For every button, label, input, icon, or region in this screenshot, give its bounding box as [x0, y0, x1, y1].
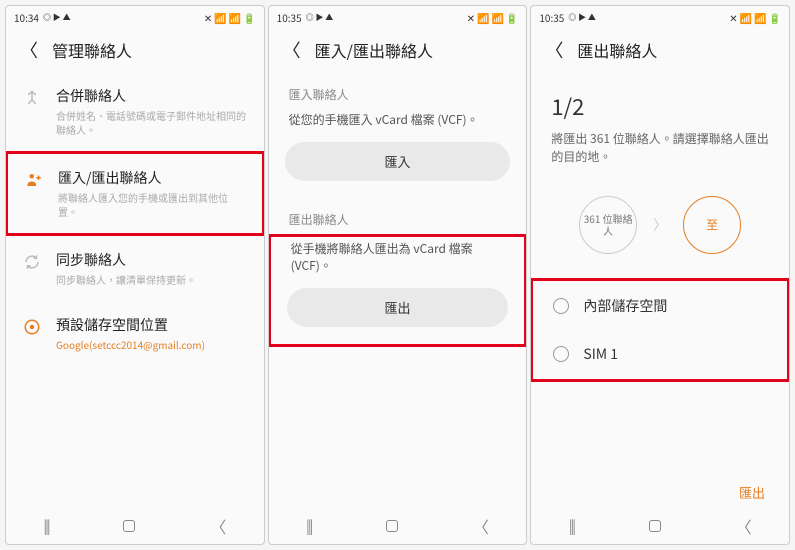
- screen-export-destination: 10:35 ◎ ▶ ▲ ✕📶📶🔋 〈 匯出聯絡人 1/2 將匯出 361 位聯絡…: [530, 5, 790, 545]
- import-section-label: 匯入聯絡人: [269, 72, 527, 109]
- screen-import-export: 10:35 ◎ ▶ ▲ ✕📶📶🔋 〈 匯入/匯出聯絡人 匯入聯絡人 從您的手機匯…: [268, 5, 528, 545]
- nav-home-icon[interactable]: [649, 520, 661, 532]
- circle-destination[interactable]: 至: [683, 196, 741, 254]
- radio-label: SIM 1: [583, 344, 618, 364]
- status-icons-left: ◎ ▶ ▲: [568, 12, 596, 23]
- nav-back-icon[interactable]: 〈: [736, 514, 752, 538]
- back-icon[interactable]: 〈: [283, 37, 301, 63]
- status-time: 10:35: [539, 10, 564, 25]
- export-desc: 從手機將聯絡人匯出為 vCard 檔案 (VCF)。: [271, 238, 525, 284]
- status-bar: 10:35 ◎ ▶ ▲ ✕📶📶🔋: [269, 6, 527, 28]
- nav-bar: ||| 〈: [6, 508, 264, 544]
- content: 1/2 將匯出 361 位聯絡人。請選擇聯絡人匯出的目的地。 361 位聯絡人 …: [531, 72, 789, 544]
- row-sync-contacts[interactable]: 同步聯絡人 同步聯絡人，讓清單保持更新。: [6, 236, 264, 301]
- status-icons-left: ◎ ▶ ▲: [43, 12, 71, 23]
- row-label: 預設儲存空間位置: [56, 315, 248, 335]
- row-merge-contacts[interactable]: 合併聯絡人 合併姓名、電話號碼或電子郵件地址相同的聯絡人。: [6, 72, 264, 151]
- status-icons-right: ✕📶📶🔋: [204, 10, 256, 25]
- back-icon[interactable]: 〈: [20, 37, 38, 63]
- page-title: 匯入/匯出聯絡人: [315, 38, 433, 62]
- step-counter: 1/2: [531, 72, 789, 126]
- status-icons-right: ✕📶📶🔋: [729, 10, 781, 25]
- storage-icon: [22, 317, 42, 337]
- row-sub: 將聯絡人匯入您的手機或匯出到其他位置。: [58, 191, 246, 219]
- row-default-storage[interactable]: 預設儲存空間位置 Google(setccc2014@gmail.com): [6, 301, 264, 366]
- import-export-icon: [24, 170, 44, 190]
- header: 〈 匯出聯絡人: [531, 28, 789, 72]
- nav-recent-icon[interactable]: |||: [43, 516, 48, 536]
- screen-manage-contacts: 10:34 ◎ ▶ ▲ ✕📶📶🔋 〈 管理聯絡人 合併聯絡人 合併姓名、電話號碼…: [5, 5, 265, 545]
- radio-internal-storage[interactable]: 內部儲存空間: [533, 282, 787, 330]
- row-label: 合併聯絡人: [56, 86, 248, 106]
- row-sub: 合併姓名、電話號碼或電子郵件地址相同的聯絡人。: [56, 109, 248, 137]
- page-title: 管理聯絡人: [52, 38, 132, 62]
- highlight-box: 匯入/匯出聯絡人 將聯絡人匯入您的手機或匯出到其他位置。: [6, 151, 264, 236]
- radio-sim1[interactable]: SIM 1: [533, 330, 787, 378]
- nav-home-icon[interactable]: [123, 520, 135, 532]
- back-icon[interactable]: 〈: [545, 37, 563, 63]
- import-desc: 從您的手機匯入 vCard 檔案 (VCF)。: [269, 109, 527, 138]
- content: 合併聯絡人 合併姓名、電話號碼或電子郵件地址相同的聯絡人。 匯入/匯出聯絡人 將…: [6, 72, 264, 544]
- nav-recent-icon[interactable]: |||: [569, 516, 574, 536]
- row-label: 匯入/匯出聯絡人: [58, 168, 246, 188]
- export-section-label: 匯出聯絡人: [269, 197, 527, 234]
- row-sub: Google(setccc2014@gmail.com): [56, 338, 248, 352]
- page-title: 匯出聯絡人: [577, 38, 657, 62]
- header: 〈 管理聯絡人: [6, 28, 264, 72]
- flow-circles: 361 位聯絡人 〉 至: [531, 186, 789, 278]
- sync-icon: [22, 252, 42, 272]
- status-icons-left: ◎ ▶ ▲: [306, 12, 334, 23]
- row-import-export[interactable]: 匯入/匯出聯絡人 將聯絡人匯入您的手機或匯出到其他位置。: [8, 154, 262, 233]
- radio-icon: [553, 346, 569, 362]
- nav-recent-icon[interactable]: |||: [306, 516, 311, 536]
- row-sub: 同步聯絡人，讓清單保持更新。: [56, 273, 248, 287]
- status-time: 10:34: [14, 10, 39, 25]
- content: 匯入聯絡人 從您的手機匯入 vCard 檔案 (VCF)。 匯入 匯出聯絡人 從…: [269, 72, 527, 544]
- header: 〈 匯入/匯出聯絡人: [269, 28, 527, 72]
- export-button[interactable]: 匯出: [287, 288, 509, 327]
- status-bar: 10:35 ◎ ▶ ▲ ✕📶📶🔋: [531, 6, 789, 28]
- chevron-right-icon: 〉: [653, 215, 667, 235]
- nav-back-icon[interactable]: 〈: [473, 514, 489, 538]
- merge-icon: [22, 88, 42, 108]
- import-button[interactable]: 匯入: [285, 142, 511, 181]
- status-time: 10:35: [277, 10, 302, 25]
- row-label: 同步聯絡人: [56, 250, 248, 270]
- radio-icon: [553, 298, 569, 314]
- status-bar: 10:34 ◎ ▶ ▲ ✕📶📶🔋: [6, 6, 264, 28]
- nav-home-icon[interactable]: [386, 520, 398, 532]
- status-icons-right: ✕📶📶🔋: [467, 10, 519, 25]
- nav-bar: ||| 〈: [531, 508, 789, 544]
- nav-bar: ||| 〈: [269, 508, 527, 544]
- nav-back-icon[interactable]: 〈: [210, 514, 226, 538]
- step-desc: 將匯出 361 位聯絡人。請選擇聯絡人匯出的目的地。: [531, 126, 789, 186]
- radio-label: 內部儲存空間: [583, 296, 667, 316]
- highlight-box: 從手機將聯絡人匯出為 vCard 檔案 (VCF)。 匯出: [269, 234, 527, 347]
- export-action-button[interactable]: 匯出: [739, 483, 765, 502]
- circle-source: 361 位聯絡人: [579, 196, 637, 254]
- highlight-box: 內部儲存空間 SIM 1: [531, 278, 789, 382]
